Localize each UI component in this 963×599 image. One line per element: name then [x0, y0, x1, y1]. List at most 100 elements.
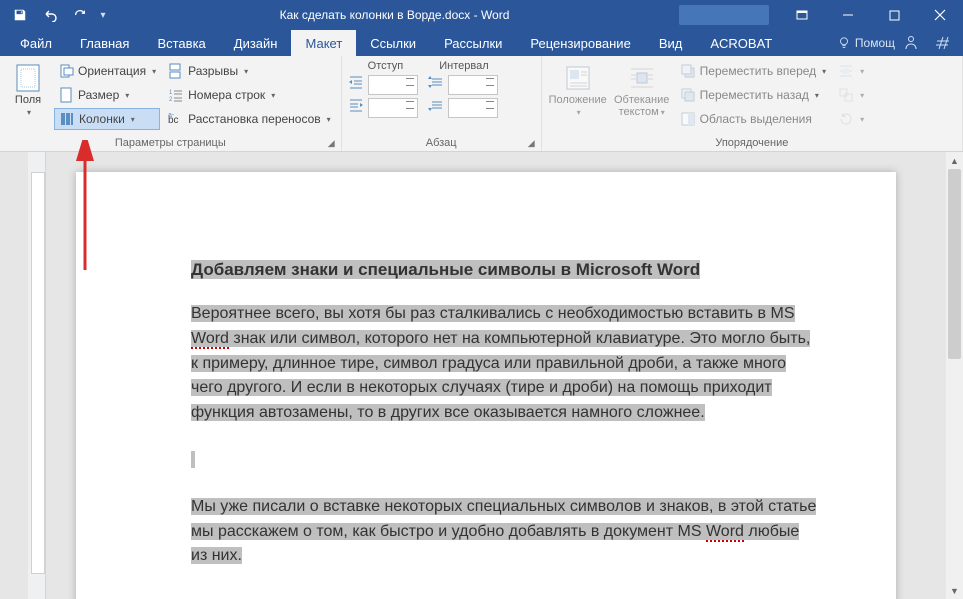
- rotate-icon: [838, 111, 854, 127]
- send-backward-icon: [680, 87, 696, 103]
- tab-design[interactable]: Дизайн: [220, 30, 292, 56]
- wrap-text-icon: [627, 62, 657, 94]
- svg-text:1: 1: [169, 90, 173, 96]
- ribbon-tab-strip: Файл Главная Вставка Дизайн Макет Ссылки…: [0, 30, 963, 56]
- size-button[interactable]: Размер▾: [54, 84, 160, 106]
- hyphenation-label: Расстановка переносов: [188, 112, 321, 126]
- maximize-button[interactable]: [871, 0, 917, 30]
- rotate-button[interactable]: ▾: [834, 108, 868, 130]
- share-icon[interactable]: [903, 35, 919, 51]
- document-blank-paragraph[interactable]: [191, 448, 818, 473]
- ribbon-display-options-button[interactable]: [779, 0, 825, 30]
- tab-acrobat[interactable]: ACROBAT: [696, 30, 786, 56]
- size-label: Размер: [78, 88, 119, 102]
- orientation-button[interactable]: Ориентация▾: [54, 60, 160, 82]
- tab-insert[interactable]: Вставка: [143, 30, 219, 56]
- line-numbers-label: Номера строк: [188, 88, 265, 102]
- tab-review[interactable]: Рецензирование: [516, 30, 644, 56]
- spacing-after-icon: [428, 97, 444, 118]
- position-icon: [563, 62, 593, 94]
- comment-icon[interactable]: [935, 35, 951, 51]
- document-paragraph-2[interactable]: Мы уже писали о вставке некоторых специа…: [191, 495, 818, 569]
- tab-references[interactable]: Ссылки: [356, 30, 430, 56]
- svg-text:a-: a-: [168, 112, 175, 119]
- tell-me-box[interactable]: Помощ: [837, 36, 895, 50]
- document-paragraph-1[interactable]: Вероятнее всего, вы хотя бы раз сталкива…: [191, 302, 818, 426]
- indent-heading: Отступ: [368, 60, 404, 72]
- group-paragraph: Отступ Интервал Абзац ◢: [342, 56, 542, 151]
- tell-me-label: Помощ: [855, 36, 895, 50]
- document-area: Добавляем знаки и специальные символы в …: [0, 152, 963, 599]
- tab-mailings[interactable]: Рассылки: [430, 30, 516, 56]
- spacing-before-input[interactable]: [448, 75, 498, 95]
- indent-right-icon: [348, 97, 364, 118]
- margins-icon: [14, 62, 42, 94]
- scroll-up-button[interactable]: ▲: [946, 152, 963, 169]
- svg-text:2: 2: [169, 97, 173, 103]
- minimize-button[interactable]: [825, 0, 871, 30]
- vertical-scrollbar[interactable]: ▲ ▼: [946, 152, 963, 599]
- position-button[interactable]: Положение▾: [548, 60, 608, 120]
- selection-pane-button[interactable]: Область выделения: [676, 108, 831, 130]
- breaks-icon: [168, 63, 184, 79]
- breaks-button[interactable]: Разрывы▾: [164, 60, 335, 82]
- scroll-thumb[interactable]: [948, 169, 961, 359]
- bring-forward-label: Переместить вперед: [700, 64, 816, 78]
- group-paragraph-label: Абзац: [426, 137, 457, 149]
- orientation-label: Ориентация: [78, 64, 146, 78]
- spacing-heading: Интервал: [439, 60, 488, 72]
- redo-button[interactable]: [66, 2, 94, 28]
- hyphenation-button[interactable]: bca- Расстановка переносов▾: [164, 108, 335, 130]
- page-setup-launcher[interactable]: ◢: [328, 138, 335, 149]
- send-backward-label: Переместить назад: [700, 88, 809, 102]
- group-page-setup: Поля▾ Ориентация▾ Размер▾ Колонки▾: [0, 56, 342, 151]
- spacing-before-icon: [428, 74, 444, 95]
- tab-home[interactable]: Главная: [66, 30, 143, 56]
- orientation-icon: [58, 63, 74, 79]
- qat-customize-button[interactable]: ▾: [96, 2, 110, 28]
- tab-file[interactable]: Файл: [6, 30, 66, 56]
- lightbulb-icon: [837, 36, 851, 50]
- group-objects-button[interactable]: ▾: [834, 84, 868, 106]
- columns-label: Колонки: [79, 112, 125, 126]
- title-bar: ▾ Как сделать колонки в Ворде.docx - Wor…: [0, 0, 963, 30]
- close-button[interactable]: [917, 0, 963, 30]
- margins-button[interactable]: Поля▾: [6, 60, 50, 120]
- margins-label: Поля: [15, 94, 41, 106]
- group-arrange: Положение▾ Обтекание текстом▾ Переместит…: [542, 56, 963, 151]
- send-backward-button[interactable]: Переместить назад▾: [676, 84, 831, 106]
- document-heading[interactable]: Добавляем знаки и специальные символы в …: [191, 260, 818, 280]
- line-numbers-button[interactable]: 12 Номера строк▾: [164, 84, 335, 106]
- selection-pane-icon: [680, 111, 696, 127]
- columns-button[interactable]: Колонки▾: [54, 108, 160, 130]
- ribbon: Поля▾ Ориентация▾ Размер▾ Колонки▾: [0, 56, 963, 152]
- document-page[interactable]: Добавляем знаки и специальные символы в …: [76, 172, 896, 599]
- vertical-ruler: [28, 152, 46, 599]
- save-button[interactable]: [6, 2, 34, 28]
- bring-forward-icon: [680, 63, 696, 79]
- position-label: Положение: [549, 94, 607, 106]
- breaks-label: Разрывы: [188, 64, 238, 78]
- group-objects-icon: [838, 87, 854, 103]
- indent-left-input[interactable]: [368, 75, 418, 95]
- selection-pane-label: Область выделения: [700, 112, 812, 126]
- user-account-area[interactable]: [679, 5, 769, 25]
- undo-button[interactable]: [36, 2, 64, 28]
- group-arrange-label: Упорядочение: [715, 137, 788, 149]
- spacing-after-input[interactable]: [448, 98, 498, 118]
- align-icon: [838, 63, 854, 79]
- hyphenation-icon: bca-: [168, 111, 184, 127]
- window-title: Как сделать колонки в Ворде.docx - Word: [110, 8, 679, 22]
- size-icon: [58, 87, 74, 103]
- bring-forward-button[interactable]: Переместить вперед▾: [676, 60, 831, 82]
- quick-access-toolbar: ▾: [0, 2, 110, 28]
- scroll-down-button[interactable]: ▼: [946, 582, 963, 599]
- columns-icon: [59, 111, 75, 127]
- indent-left-icon: [348, 74, 364, 95]
- wrap-text-button[interactable]: Обтекание текстом▾: [612, 60, 672, 120]
- tab-view[interactable]: Вид: [645, 30, 697, 56]
- paragraph-launcher[interactable]: ◢: [528, 138, 535, 149]
- tab-layout[interactable]: Макет: [291, 30, 356, 56]
- indent-right-input[interactable]: [368, 98, 418, 118]
- align-button[interactable]: ▾: [834, 60, 868, 82]
